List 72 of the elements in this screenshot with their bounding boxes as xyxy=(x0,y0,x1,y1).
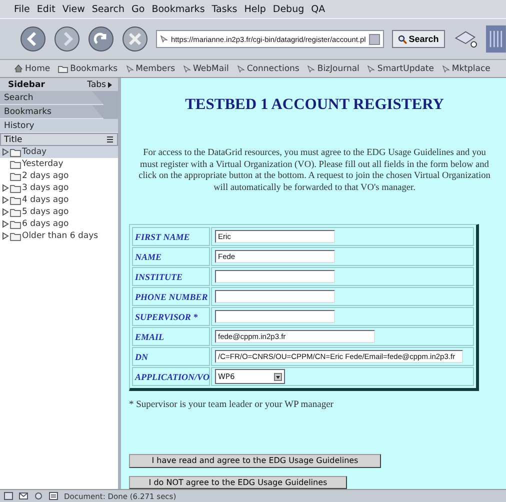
history-item[interactable]: 3 days ago xyxy=(0,182,118,194)
search-button[interactable]: Search xyxy=(392,30,445,48)
menu-item[interactable]: Help xyxy=(244,4,266,14)
menu-item[interactable]: Tasks xyxy=(212,4,238,14)
history-item[interactable]: 2 days ago xyxy=(0,170,118,182)
folder-icon xyxy=(10,208,21,216)
guidelines-button[interactable]: I have read and agree to the EDG Usage Guidelines xyxy=(129,454,381,468)
bookmark-icon xyxy=(183,64,192,72)
column-header[interactable]: Title xyxy=(4,134,22,144)
folder-icon xyxy=(10,232,21,240)
bookmark-icon xyxy=(236,64,245,72)
history-item[interactable]: 6 days ago xyxy=(0,218,118,230)
folder-icon xyxy=(58,64,68,72)
house-icon xyxy=(14,64,23,73)
field-label: DN xyxy=(132,347,210,366)
stop-button[interactable] xyxy=(122,26,148,52)
field-label: FIRST NAME xyxy=(132,227,210,246)
field-label: SUPERVISOR * xyxy=(132,307,210,326)
bookmark-link[interactable]: Mktplace xyxy=(442,64,490,74)
menu-item[interactable]: View xyxy=(62,4,85,14)
field-label: NAME xyxy=(132,247,210,266)
tabs-menu[interactable]: Tabs xyxy=(87,80,112,90)
history-item[interactable]: Today xyxy=(0,146,118,158)
bookmark-icon xyxy=(442,64,450,72)
dropdown-arrow-icon[interactable] xyxy=(274,372,282,380)
history-item[interactable]: 5 days ago xyxy=(0,206,118,218)
intro-paragraph: For access to the DataGrid resources, you must agree to the EDG Usage Guidelines and you must register with a Virtual Organization (VO). Please fill out all fields in the form below and click on the appropriate button at the bottom. A request to join the chosen Virtual Organization will automatically be forwarded to that VO's manager. xyxy=(138,148,492,194)
triangle-icon xyxy=(108,82,112,88)
back-button[interactable] xyxy=(20,26,46,52)
expander-icon[interactable] xyxy=(2,148,9,156)
bookmark-icon xyxy=(367,64,376,72)
field-label: INSTITUTE xyxy=(132,267,210,286)
folder-icon xyxy=(10,220,21,228)
menu-item[interactable]: File xyxy=(14,4,30,14)
bookmark-icon xyxy=(307,64,316,72)
history-item[interactable]: 4 days ago xyxy=(0,194,118,206)
input-field[interactable] xyxy=(215,310,335,323)
sidebar-title: Sidebar xyxy=(8,80,45,90)
bookmark-link[interactable]: Home xyxy=(14,64,50,74)
field-label: APPLICATION/VO xyxy=(132,367,210,386)
menu-item[interactable]: Bookmarks xyxy=(152,4,205,14)
menu-item[interactable]: QA xyxy=(311,4,326,14)
bookmark-link[interactable]: Connections xyxy=(236,64,300,74)
search-icon xyxy=(398,34,407,44)
menu-item[interactable]: Debug xyxy=(272,4,304,14)
mail-icon[interactable] xyxy=(19,492,28,500)
menu-item[interactable]: Go xyxy=(132,4,145,14)
bookmark-link[interactable]: Members xyxy=(126,64,176,74)
page-title: TESTBED 1 ACCOUNT REGISTERY xyxy=(184,96,445,114)
history-item[interactable]: Yesterday xyxy=(0,158,118,170)
menu-item[interactable]: Edit xyxy=(36,4,56,14)
menu-item[interactable]: Search xyxy=(92,4,124,14)
folder-icon xyxy=(10,184,21,192)
column-picker-icon[interactable] xyxy=(106,136,114,143)
bookmark-icon xyxy=(126,64,134,72)
bookmark-link[interactable]: Bookmarks xyxy=(58,64,118,74)
history-item[interactable]: Older than 6 days xyxy=(0,230,118,242)
input-field[interactable] xyxy=(215,270,335,283)
reload-button[interactable] xyxy=(88,26,114,52)
folder-icon xyxy=(10,172,21,180)
bookmark-link[interactable]: WebMail xyxy=(183,64,229,74)
forward-button[interactable] xyxy=(54,26,80,52)
bookmark-link[interactable]: SmartUpdate xyxy=(367,64,434,74)
field-label: EMAIL xyxy=(132,327,210,346)
throbber-icon xyxy=(486,24,506,54)
guidelines-button[interactable]: I do NOT agree to the EDG Usage Guidelines xyxy=(129,476,347,489)
footnote: * Supervisor is your team leader or your WP manager xyxy=(129,400,334,410)
field-label: PHONE NUMBER xyxy=(132,287,210,306)
folder-icon xyxy=(10,196,21,204)
bookmark-link[interactable]: BizJournal xyxy=(307,64,360,74)
input-field[interactable] xyxy=(215,290,335,303)
sidebar-tab[interactable]: History xyxy=(0,119,118,133)
